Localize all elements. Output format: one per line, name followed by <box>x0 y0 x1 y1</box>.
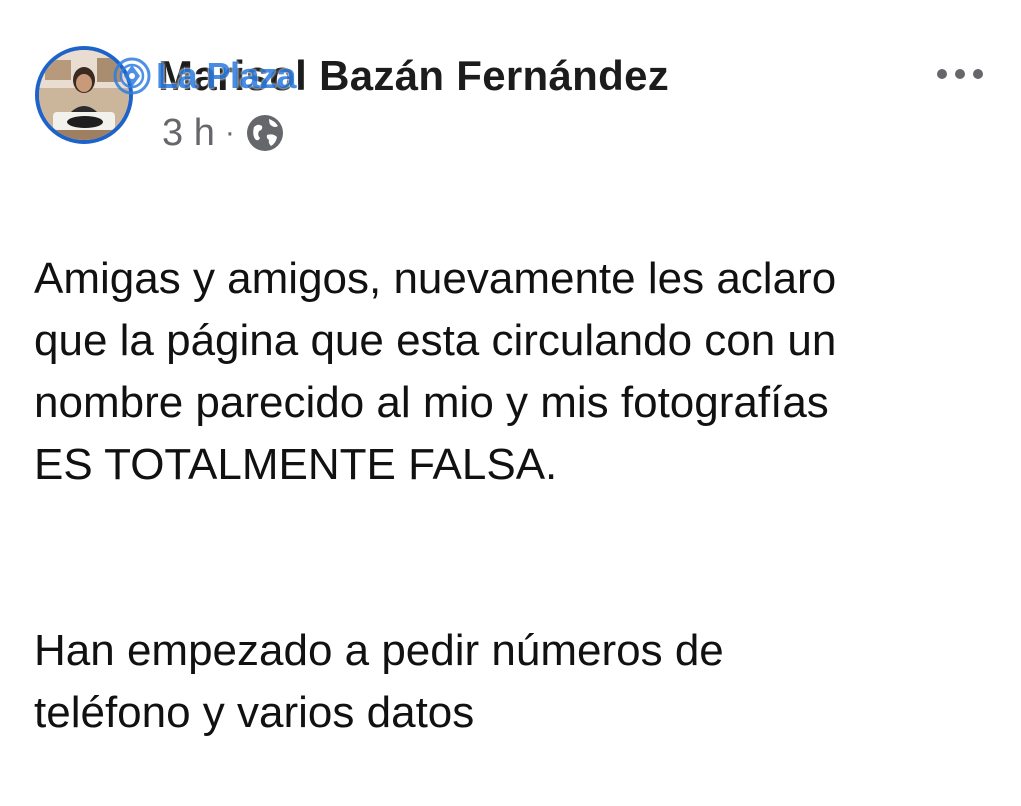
post-header: Marisol Bazán Fernández La Plaza 3 h · <box>0 0 1021 170</box>
post-paragraph: Amigas y amigos, nuevamente les aclaro q… <box>34 254 837 489</box>
watermark-text: La Plaza <box>156 55 297 96</box>
la-plaza-logo-icon <box>113 57 151 95</box>
more-horizontal-icon <box>937 69 983 79</box>
more-options-button[interactable] <box>930 52 990 96</box>
watermark-logo: La Plaza <box>112 54 297 98</box>
post-paragraph: Han empezado a pedir números de teléfono… <box>34 626 724 737</box>
globe-icon[interactable] <box>245 113 285 153</box>
meta-separator: · <box>224 116 235 149</box>
post-meta: 3 h · <box>162 110 285 156</box>
post-text: Amigas y amigos, nuevamente les aclaro q… <box>34 186 994 806</box>
post-time[interactable]: 3 h <box>162 112 215 155</box>
